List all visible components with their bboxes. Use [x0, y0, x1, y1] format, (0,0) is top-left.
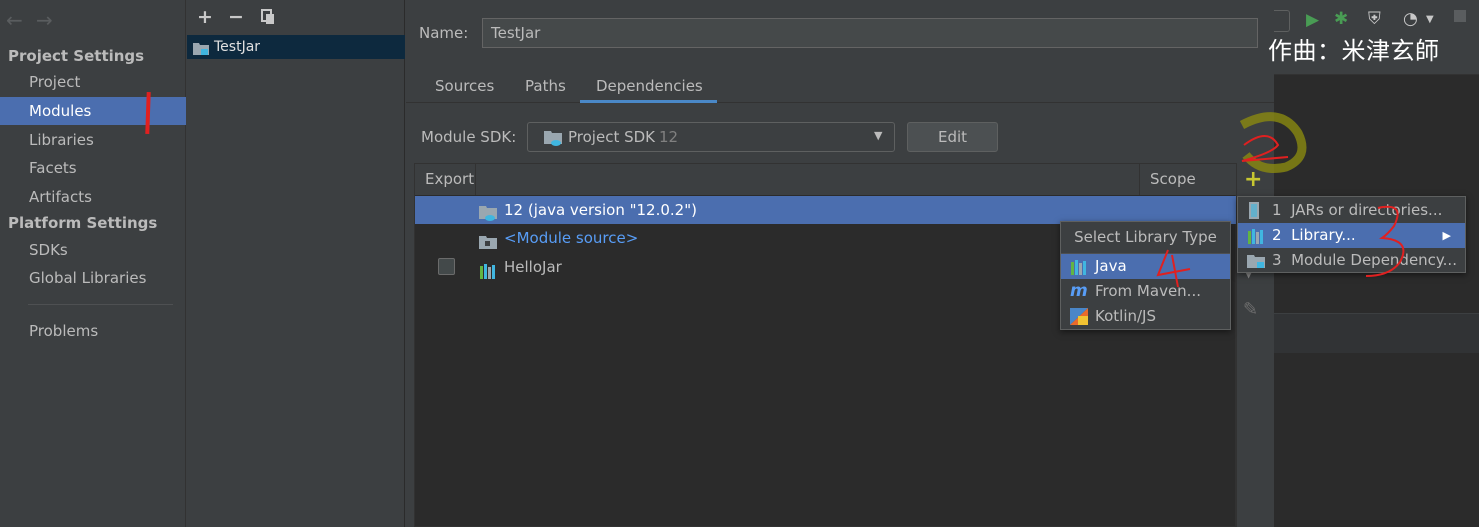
sidebar-item-artifacts[interactable]: Artifacts	[0, 183, 186, 211]
sidebar-item-modules[interactable]: Modules	[0, 97, 186, 125]
add-icon[interactable]: +	[197, 6, 213, 28]
row-label: HelloJar	[504, 258, 562, 276]
sidebar-item-project[interactable]: Project	[0, 68, 186, 96]
sidebar-item-problems[interactable]: Problems	[0, 317, 186, 345]
tab-paths[interactable]: Paths	[525, 75, 566, 103]
sidebar-item-sdks[interactable]: SDKs	[0, 236, 186, 264]
project-settings-heading: Project Settings	[8, 47, 145, 65]
export-checkbox[interactable]	[438, 258, 455, 275]
run-config-dropdown[interactable]	[1274, 10, 1290, 32]
folder-icon	[479, 231, 497, 249]
sdk-value: Project SDK	[568, 128, 655, 146]
editor-band	[1274, 313, 1479, 353]
module-sdk-label: Module SDK:	[421, 128, 517, 146]
module-name: TestJar	[214, 39, 261, 55]
name-input[interactable]: TestJar	[482, 18, 1258, 48]
module-sdk-dropdown[interactable]: Project SDK 12 ▼	[527, 122, 895, 152]
edit-button[interactable]: Edit	[907, 122, 998, 152]
tab-dependencies[interactable]: Dependencies	[580, 75, 717, 103]
header-export[interactable]: Export	[415, 164, 1140, 195]
menu-item-label: Kotlin/JS	[1095, 307, 1156, 325]
annotation-overlay	[1156, 112, 1307, 288]
row-label: 12 (java version "12.0.2")	[504, 201, 697, 219]
library-type-kotlin-js[interactable]: Kotlin/JS	[1061, 304, 1230, 329]
kotlin-js-icon	[1070, 308, 1088, 325]
chevron-down-icon[interactable]: ▼	[1426, 14, 1434, 25]
run-icon[interactable]: ▶	[1306, 10, 1319, 30]
row-label: <Module source>	[504, 229, 639, 247]
header-separator	[475, 164, 476, 195]
tab-sources[interactable]: Sources	[435, 75, 494, 103]
annotation-mark-3	[1365, 205, 1405, 277]
dependencies-table: Export Scope 12 (java version "12.0.2") …	[414, 163, 1237, 527]
stop-icon[interactable]	[1454, 10, 1466, 22]
settings-sidebar: ← → Project Settings Project Modules Lib…	[0, 0, 186, 527]
sidebar-item-facets[interactable]: Facets	[0, 154, 186, 182]
platform-settings-heading: Platform Settings	[8, 214, 158, 232]
sidebar-divider	[28, 304, 173, 305]
module-folder-icon	[193, 40, 209, 55]
edit-pencil-icon[interactable]: ✎	[1243, 299, 1258, 320]
chevron-down-icon: ▼	[874, 129, 883, 142]
name-label: Name:	[419, 24, 469, 42]
module-item-testjar[interactable]: TestJar	[187, 35, 405, 59]
table-row-jdk[interactable]: 12 (java version "12.0.2")	[415, 196, 1237, 224]
coverage-icon[interactable]: ⛨	[1368, 9, 1381, 29]
jdk-folder-icon	[479, 202, 497, 221]
sidebar-item-global-libraries[interactable]: Global Libraries	[0, 264, 186, 292]
submenu-arrow-icon: ▶	[1442, 229, 1451, 242]
forward-arrow-icon[interactable]: →	[36, 8, 53, 32]
maven-icon: m	[1070, 281, 1088, 301]
sdk-version: 12	[659, 128, 679, 146]
library-icon	[1070, 258, 1088, 275]
debug-icon[interactable]: ✱	[1334, 9, 1348, 29]
back-arrow-icon[interactable]: ←	[6, 8, 23, 32]
sdk-folder-icon	[544, 130, 562, 146]
module-list-pane: + − TestJar	[187, 0, 405, 527]
copy-icon[interactable]	[261, 9, 275, 25]
library-icon	[479, 260, 497, 279]
menu-item-label: Java	[1095, 257, 1127, 275]
remove-icon[interactable]: −	[228, 6, 244, 28]
caption-text: 作曲：米津玄師	[1268, 37, 1440, 65]
profile-icon[interactable]: ◔	[1403, 9, 1418, 29]
sidebar-item-libraries[interactable]: Libraries	[0, 126, 186, 154]
